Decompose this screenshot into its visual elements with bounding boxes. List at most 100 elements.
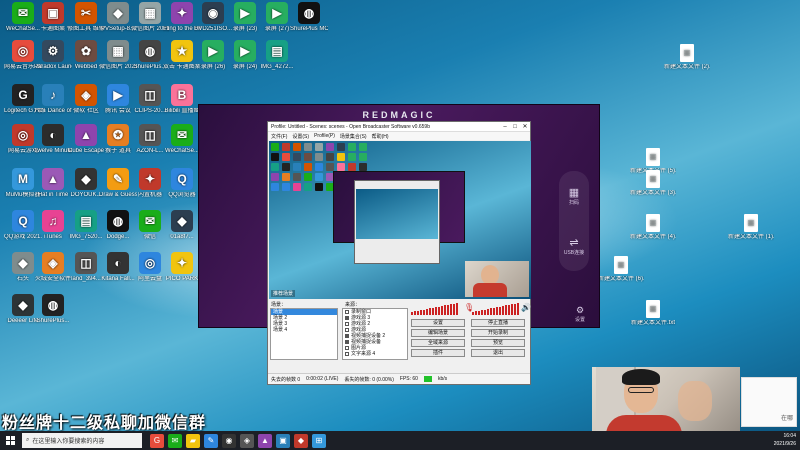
obs-icon[interactable]: ◉ bbox=[222, 433, 236, 448]
source-item[interactable]: 文字来源 4 bbox=[343, 351, 407, 357]
preview-mini-icon bbox=[348, 163, 356, 171]
preview-mini-icon bbox=[282, 173, 290, 181]
paint-icon[interactable]: ✎ bbox=[204, 433, 218, 448]
source-checkbox[interactable] bbox=[345, 340, 349, 344]
app-icon: ◫ bbox=[139, 84, 161, 106]
meter-bar bbox=[429, 308, 431, 315]
desktop-icon[interactable]: ◍ ShurePlus MOTIV bbox=[290, 2, 328, 33]
desktop-file-icon[interactable]: ≡ 新建文本文件 (4).txt bbox=[630, 214, 676, 241]
wechat-icon[interactable]: ✉ bbox=[168, 433, 182, 448]
app-icon: ▶ bbox=[234, 40, 256, 62]
desktop-file-icon[interactable]: ≡ 新建文本文件.txt bbox=[630, 300, 676, 327]
app-icon[interactable]: ◈ bbox=[240, 433, 254, 448]
desktop-icon[interactable]: B Bilibili 直播姬 bbox=[163, 84, 201, 115]
desktop-icon[interactable]: ◆ 01a8f7... bbox=[163, 210, 201, 241]
global-sources-button[interactable]: 全域来源 bbox=[411, 339, 465, 347]
obs-menubar: 文件(F) 设置(S) Profile(P) 场景集合(S) 帮助(H) bbox=[268, 132, 530, 140]
source-checkbox[interactable] bbox=[345, 346, 349, 350]
windows-icon[interactable]: ⊞ bbox=[312, 433, 326, 448]
desktop-icon[interactable]: ▤ IMG_4272... bbox=[258, 40, 296, 71]
meter-bar bbox=[447, 304, 449, 315]
start-record-button[interactable]: 开始录制 bbox=[471, 329, 525, 337]
desktop-icon[interactable]: ◍ ShurePlus... bbox=[34, 294, 72, 325]
desktop-icon[interactable]: ✉ WeChatSe... bbox=[163, 124, 201, 155]
app-icon: ◆ bbox=[107, 2, 129, 24]
menu-help[interactable]: 帮助(H) bbox=[372, 133, 389, 140]
desktop-file-icon[interactable]: ≡ 新建文本文件 (6).txt bbox=[598, 256, 644, 283]
menu-scene-collection[interactable]: 场景集合(S) bbox=[340, 133, 367, 140]
webcam-hair bbox=[622, 369, 660, 385]
desktop-file-icon[interactable]: ≡ 新建文本文件 (2).txt bbox=[664, 44, 710, 71]
start-button[interactable] bbox=[0, 431, 20, 450]
webcam-card-label: 在哪 bbox=[780, 416, 793, 422]
app-icon: ✦ bbox=[171, 252, 193, 274]
obs-window[interactable]: Profile: Untitled - Scenes: scenes - Ope… bbox=[267, 121, 531, 385]
folder-icon[interactable]: ▰ bbox=[186, 433, 200, 448]
preview-webcam-body bbox=[473, 283, 507, 297]
meter-bar bbox=[432, 307, 434, 315]
desktop-icon[interactable]: Q QQ浏览器 bbox=[163, 168, 201, 199]
app-icon: G bbox=[12, 84, 34, 106]
app-icon: ▤ bbox=[266, 40, 288, 62]
speaker-icon[interactable]: 🔊 bbox=[521, 303, 531, 312]
source-checkbox[interactable] bbox=[345, 322, 349, 326]
source-checkbox[interactable] bbox=[345, 310, 349, 314]
preview-button[interactable]: 预览 bbox=[471, 339, 525, 347]
desktop-icon[interactable]: ✦ PICO PARK bbox=[163, 252, 201, 283]
source-checkbox[interactable] bbox=[345, 334, 349, 338]
stop-stream-button[interactable]: 停止直播 bbox=[471, 319, 525, 327]
preview-mini-icon bbox=[348, 143, 356, 151]
menu-settings[interactable]: 设置(S) bbox=[292, 133, 309, 140]
minimize-icon[interactable]: – bbox=[500, 124, 510, 130]
redmagic-settings-button[interactable]: ⚙ 设置 bbox=[575, 305, 585, 323]
redmagic-usb-button[interactable]: ⇌ USB连接 bbox=[564, 236, 584, 256]
monitor-icon[interactable]: ▣ bbox=[276, 433, 290, 448]
desktop-file-icon[interactable]: ≡ 新建文本文件 (1).txt bbox=[728, 214, 774, 241]
preview-mini-icon bbox=[293, 143, 301, 151]
meter-bar bbox=[511, 304, 513, 315]
preview-mini-icon bbox=[293, 163, 301, 171]
desktop-file-label: 新建文本文件.txt bbox=[630, 320, 675, 326]
preview-mini-icon bbox=[326, 163, 334, 171]
app-icon: ▶ bbox=[266, 2, 288, 24]
taskbar-search[interactable]: ⌕ 在这里输入你要搜索的内容 bbox=[22, 433, 142, 448]
preview-mini-icon bbox=[315, 163, 323, 171]
meter-bar bbox=[414, 311, 416, 315]
plugins-button[interactable]: 插件 bbox=[411, 349, 465, 357]
app-icon: ♫ bbox=[42, 210, 64, 232]
scene-item[interactable]: 场景 4 bbox=[271, 327, 337, 333]
exit-button[interactable]: 退出 bbox=[471, 349, 525, 357]
settings-button[interactable]: 设置 bbox=[411, 319, 465, 327]
status-dropped: 失去的帧数 0 bbox=[271, 376, 301, 383]
sources-label: 来源： bbox=[345, 302, 361, 308]
qr-icon: ▦ bbox=[568, 187, 580, 199]
game-icon[interactable]: ▲ bbox=[258, 433, 272, 448]
maximize-icon[interactable]: □ bbox=[510, 124, 520, 130]
preview-mini-icon bbox=[337, 143, 345, 151]
text-file-icon: ≡ bbox=[680, 44, 694, 62]
preview-mini-icon bbox=[271, 173, 279, 181]
edit-scene-button[interactable]: 编辑场景 bbox=[411, 329, 465, 337]
sources-list[interactable]: 录制窗口 游戏源 3 游戏源 2 游戏源 视频捕捉设备 2 视频捕捉设备 图片源 文字来源 4 bbox=[342, 308, 408, 360]
menu-file[interactable]: 文件(F) bbox=[271, 133, 287, 140]
app-icon: ✂ bbox=[75, 2, 97, 24]
redmagic-icon[interactable]: ◆ bbox=[294, 433, 308, 448]
obs-preview[interactable]: 推荐场景 bbox=[269, 141, 531, 299]
source-checkbox[interactable] bbox=[345, 328, 349, 332]
chrome-icon[interactable]: G bbox=[150, 433, 164, 448]
preview-mini-icon bbox=[315, 143, 323, 151]
close-icon[interactable]: ✕ bbox=[520, 123, 530, 130]
webcam-glasses bbox=[628, 387, 654, 393]
source-checkbox[interactable] bbox=[345, 316, 349, 320]
menu-profile[interactable]: Profile(P) bbox=[314, 133, 335, 139]
redmagic-qr-button[interactable]: ▦ 扫码 bbox=[569, 186, 579, 206]
desktop-file-icon[interactable]: ≡ 新建文本文件 (3).txt bbox=[630, 170, 676, 197]
app-icon: ◐ bbox=[42, 124, 64, 146]
scenes-list[interactable]: 场景 场景 2 场景 3 场景 4 bbox=[270, 308, 338, 360]
settings-label: 设置 bbox=[574, 317, 585, 323]
meter-bar bbox=[508, 304, 510, 315]
system-tray-clock[interactable]: 16:04 2021/9/26 bbox=[774, 432, 796, 448]
source-checkbox[interactable] bbox=[345, 352, 349, 356]
app-icon: ◈ bbox=[75, 84, 97, 106]
preview-mini-icon bbox=[326, 143, 334, 151]
